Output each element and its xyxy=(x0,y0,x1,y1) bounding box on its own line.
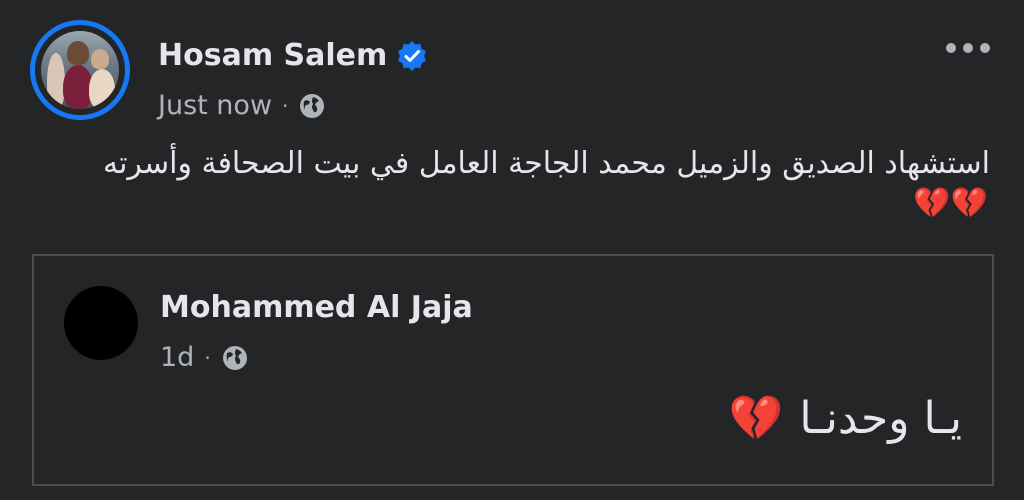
shared-post-timestamp[interactable]: 1d xyxy=(160,342,194,373)
shared-post-meta: 1d · xyxy=(160,342,249,373)
post-timestamp[interactable]: Just now xyxy=(158,90,272,121)
verified-badge-icon xyxy=(398,41,426,71)
meta-separator: · xyxy=(204,345,211,370)
more-dot xyxy=(963,43,973,53)
shared-post-body: يـا وحدنـا xyxy=(799,392,962,444)
broken-heart-icon: 💔💔 xyxy=(913,186,988,221)
feed-post: Hosam Salem Just now · استشهاد الصديق وا… xyxy=(0,0,1024,500)
post-text: استشهاد الصديق والزميل محمد الجاجة العام… xyxy=(103,146,990,181)
post-meta: Just now · xyxy=(158,90,326,121)
shared-author-name[interactable]: Mohammed Al Jaja xyxy=(160,290,473,325)
broken-heart-icon: 💔 xyxy=(728,393,784,444)
author-avatar[interactable] xyxy=(30,20,130,120)
meta-separator: · xyxy=(282,93,289,118)
more-dot xyxy=(980,43,990,53)
shared-post-text: يـا وحدنـا 💔 xyxy=(728,392,962,445)
globe-icon[interactable] xyxy=(221,344,249,372)
globe-icon[interactable] xyxy=(298,92,326,120)
more-options-icon[interactable] xyxy=(946,40,990,56)
avatar-photo xyxy=(41,31,119,109)
shared-post[interactable]: Mohammed Al Jaja 1d · يـا وحدنـا 💔 xyxy=(32,254,994,486)
author-name[interactable]: Hosam Salem xyxy=(158,38,387,73)
shared-author-avatar[interactable] xyxy=(64,286,138,360)
more-dot xyxy=(946,43,956,53)
